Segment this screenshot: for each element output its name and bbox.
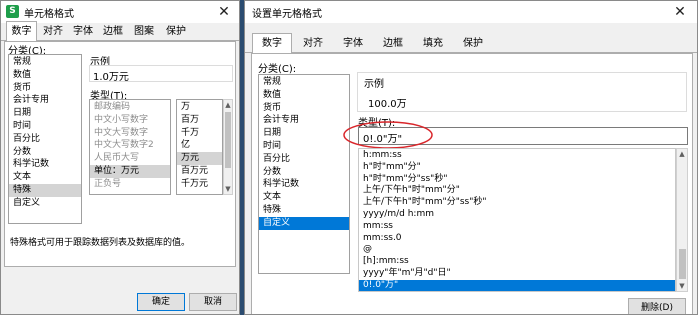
category-item[interactable]: 文本 (9, 171, 81, 184)
type-item[interactable]: 中文小写数字 (90, 114, 170, 127)
tab-border[interactable]: 边框 (374, 33, 412, 53)
category-item[interactable]: 分数 (9, 146, 81, 159)
tab-protection[interactable]: 保护 (161, 21, 191, 41)
unit-item[interactable]: 百万 (177, 114, 222, 127)
category-item[interactable]: 日期 (9, 107, 81, 120)
category-item[interactable]: 常规 (9, 56, 81, 69)
title-bar: 设置单元格格式 ✕ (245, 1, 697, 23)
unit-item[interactable]: 千万元 (177, 178, 222, 191)
category-item[interactable]: 百分比 (259, 153, 349, 166)
category-item[interactable]: 分数 (259, 166, 349, 179)
category-item[interactable]: 时间 (9, 120, 81, 133)
type-item[interactable]: 正负号 (90, 178, 170, 191)
format-list[interactable]: h:mm:ss h"时"mm"分" h"时"mm"分"ss"秒" 上午/下午h"… (358, 148, 676, 292)
sample-value: 100.0万 (368, 99, 407, 110)
type-item[interactable]: 人民币大写 (90, 152, 170, 165)
scroll-down-icon[interactable]: ▼ (224, 185, 232, 193)
format-item[interactable]: [h]:mm:ss (359, 256, 675, 268)
category-item[interactable]: 科学记数 (9, 158, 81, 171)
category-item[interactable]: 百分比 (9, 133, 81, 146)
category-item[interactable]: 常规 (259, 76, 349, 89)
format-list-scrollbar[interactable]: ▲ ▼ (676, 148, 688, 292)
tab-strip: 数字 对齐 字体 边框 图案 保护 (1, 21, 239, 42)
close-icon[interactable]: ✕ (209, 1, 239, 23)
tab-font[interactable]: 字体 (334, 33, 372, 53)
category-item-selected[interactable]: 特殊 (9, 183, 81, 197)
sample-box: 1.0万元 (89, 65, 233, 83)
format-cells-dialog-left: S 单元格格式 ✕ 数字 对齐 字体 边框 图案 保护 分类(C): 常规 数值… (0, 0, 240, 315)
format-cells-dialog-right: 设置单元格格式 ✕ 数字 对齐 字体 边框 填充 保护 分类(C): 常规 数值… (244, 0, 698, 315)
format-item[interactable]: 上午/下午h"时"mm"分" (359, 185, 675, 197)
unit-item[interactable]: 亿 (177, 139, 222, 152)
number-tab-panel: 分类(C): 常规 数值 货币 会计专用 日期 时间 百分比 分数 科学记数 文… (251, 53, 693, 314)
category-item[interactable]: 货币 (9, 82, 81, 95)
cancel-button[interactable]: 取消 (189, 293, 237, 311)
category-list[interactable]: 常规 数值 货币 会计专用 日期 时间 百分比 分数 科学记数 文本 特殊 自定… (258, 74, 350, 274)
type-item[interactable]: 中文大写数字 (90, 127, 170, 140)
category-item[interactable]: 会计专用 (9, 94, 81, 107)
category-item[interactable]: 科学记数 (259, 178, 349, 191)
tab-protection[interactable]: 保护 (454, 33, 492, 53)
category-label: 分类(C): (258, 64, 297, 75)
type-item[interactable]: 中文大写数字2 (90, 139, 170, 152)
unit-item-selected[interactable]: 万元 (177, 152, 222, 165)
tab-font[interactable]: 字体 (69, 21, 97, 41)
tab-alignment[interactable]: 对齐 (39, 21, 67, 41)
close-icon[interactable]: ✕ (665, 1, 695, 23)
dialog-title: 设置单元格格式 (252, 9, 322, 20)
sample-group: 示例 100.0万 (357, 72, 687, 112)
format-item[interactable]: mm:ss.0 (359, 233, 675, 245)
number-tab-panel: 分类(C): 常规 数值 货币 会计专用 日期 时间 百分比 分数 科学记数 文… (4, 41, 236, 267)
category-item[interactable]: 日期 (259, 127, 349, 140)
category-item[interactable]: 数值 (259, 89, 349, 102)
type-item[interactable]: 邮政编码 (90, 101, 170, 114)
unit-item[interactable]: 万 (177, 101, 222, 114)
unit-item[interactable]: 百万元 (177, 165, 222, 178)
category-item[interactable]: 会计专用 (259, 114, 349, 127)
scroll-thumb[interactable] (225, 112, 231, 168)
format-item[interactable]: @ (359, 244, 675, 256)
description-text: 特殊格式可用于跟踪数据列表及数据库的值。 (10, 238, 191, 248)
tab-fill[interactable]: 填充 (414, 33, 452, 53)
tab-number[interactable]: 数字 (6, 21, 37, 42)
tab-alignment[interactable]: 对齐 (294, 33, 332, 53)
scroll-thumb[interactable] (679, 249, 686, 279)
annotation-circle (343, 121, 433, 149)
sample-value: 1.0万元 (93, 72, 129, 83)
ok-button[interactable]: 确定 (137, 293, 185, 311)
scroll-up-icon[interactable]: ▲ (224, 101, 232, 109)
format-item[interactable]: h"时"mm"分"ss"秒" (359, 174, 675, 186)
category-item[interactable]: 特殊 (259, 204, 349, 217)
format-item[interactable]: yyyy"年"m"月"d"日" (359, 268, 675, 280)
format-item[interactable]: mm:ss (359, 221, 675, 233)
format-item-selected[interactable]: 0!.0"万" (359, 279, 675, 291)
delete-button[interactable]: 删除(D) (628, 298, 686, 314)
tab-border[interactable]: 边框 (99, 21, 127, 41)
tab-number[interactable]: 数字 (252, 33, 292, 54)
scroll-up-icon[interactable]: ▲ (677, 150, 687, 158)
format-item[interactable]: h"时"mm"分" (359, 162, 675, 174)
category-item[interactable]: 自定义 (9, 197, 81, 210)
category-item[interactable]: 时间 (259, 140, 349, 153)
category-item[interactable]: 货币 (259, 102, 349, 115)
unit-item[interactable]: 千万 (177, 127, 222, 140)
dialog-title: 单元格格式 (24, 9, 74, 20)
category-list[interactable]: 常规 数值 货币 会计专用 日期 时间 百分比 分数 科学记数 文本 特殊 自定… (8, 54, 82, 224)
unit-list[interactable]: 万 百万 千万 亿 万元 百万元 千万元 (176, 99, 223, 195)
category-item-selected[interactable]: 自定义 (259, 216, 349, 230)
category-item[interactable]: 文本 (259, 191, 349, 204)
format-item[interactable]: yyyy/m/d h:mm (359, 209, 675, 221)
unit-list-scrollbar[interactable]: ▲ ▼ (223, 99, 233, 195)
tab-strip: 数字 对齐 字体 边框 填充 保护 (245, 33, 697, 54)
sample-label: 示例 (364, 79, 384, 90)
type-item-selected[interactable]: 单位：万元 (90, 164, 170, 178)
app-logo-icon: S (6, 5, 19, 18)
category-item[interactable]: 数值 (9, 69, 81, 82)
format-item[interactable]: h:mm:ss (359, 150, 675, 162)
title-bar: S 单元格格式 ✕ (1, 1, 239, 23)
tab-pattern[interactable]: 图案 (129, 21, 159, 41)
scroll-down-icon[interactable]: ▼ (677, 282, 687, 290)
format-item[interactable]: 上午/下午h"时"mm"分"ss"秒" (359, 197, 675, 209)
type-list[interactable]: 邮政编码 中文小写数字 中文大写数字 中文大写数字2 人民币大写 单位：万元 正… (89, 99, 171, 195)
